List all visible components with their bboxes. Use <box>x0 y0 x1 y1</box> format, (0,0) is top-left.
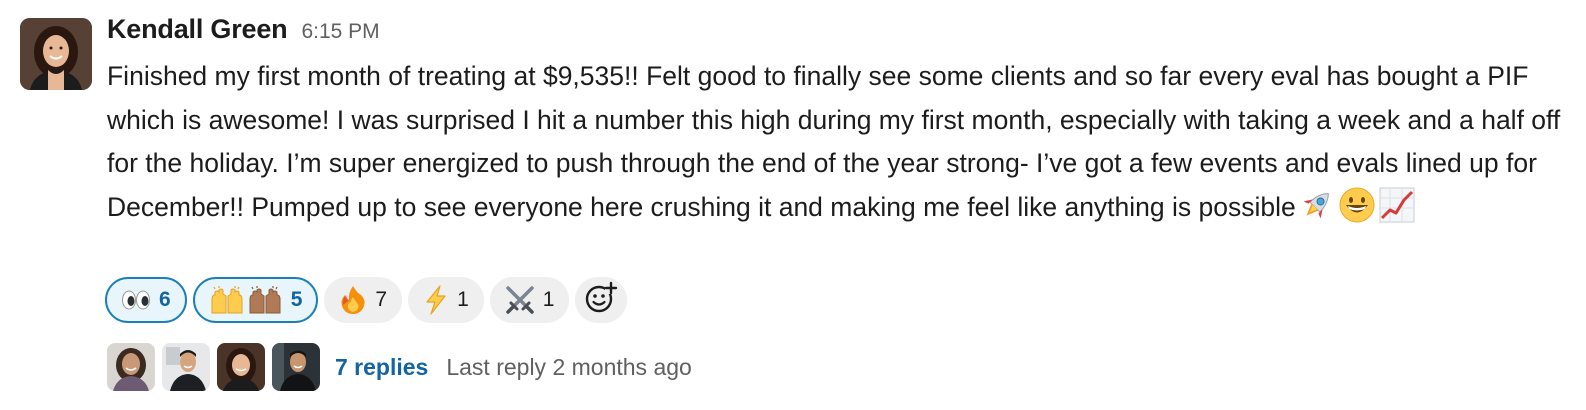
participant-avatar <box>162 343 210 391</box>
reaction-raised-hands[interactable]: 5 <box>192 277 319 323</box>
eyes-icon <box>121 288 151 312</box>
reaction-eyes[interactable]: 6 <box>105 277 187 323</box>
fire-icon <box>339 285 367 315</box>
raised-hands-icon <box>209 286 283 314</box>
reaction-count: 6 <box>159 288 171 311</box>
participant-avatar <box>272 343 320 391</box>
add-reaction-icon <box>584 281 618 320</box>
chart-increasing-icon <box>1378 186 1416 224</box>
thread-summary[interactable]: 7 replies Last reply 2 months ago <box>107 343 692 391</box>
message-body: Kendall Green 6:15 PM Finished my first … <box>107 14 1567 229</box>
reaction-fire[interactable]: 7 <box>324 277 403 323</box>
message-text: Finished my first month of treating at $… <box>107 55 1567 229</box>
message-header: Kendall Green 6:15 PM <box>107 14 1567 52</box>
last-reply-time: Last reply 2 months ago <box>446 353 692 380</box>
participant-avatar <box>107 343 155 391</box>
reaction-count: 1 <box>542 288 555 311</box>
reaction-high-voltage[interactable]: 1 <box>408 277 484 323</box>
grinning-face-icon <box>1338 186 1376 224</box>
participant-avatar <box>217 343 265 391</box>
replies-link[interactable]: 7 replies <box>335 354 428 381</box>
reactions-bar: 6 5 7 1 1 <box>105 277 628 323</box>
high-voltage-icon <box>423 285 449 315</box>
reaction-count: 1 <box>457 288 469 311</box>
message: Kendall Green 6:15 PM Finished my first … <box>0 0 1586 410</box>
reaction-count: 5 <box>290 288 303 311</box>
add-reaction-button[interactable] <box>575 277 628 323</box>
message-timestamp[interactable]: 6:15 PM <box>301 20 379 44</box>
reaction-crossed-swords[interactable]: 1 <box>489 277 570 323</box>
crossed-swords-icon <box>505 285 535 315</box>
reaction-count: 7 <box>375 288 388 311</box>
author-avatar[interactable] <box>20 18 92 90</box>
rocket-icon <box>1298 186 1336 224</box>
author-name[interactable]: Kendall Green <box>107 14 288 45</box>
